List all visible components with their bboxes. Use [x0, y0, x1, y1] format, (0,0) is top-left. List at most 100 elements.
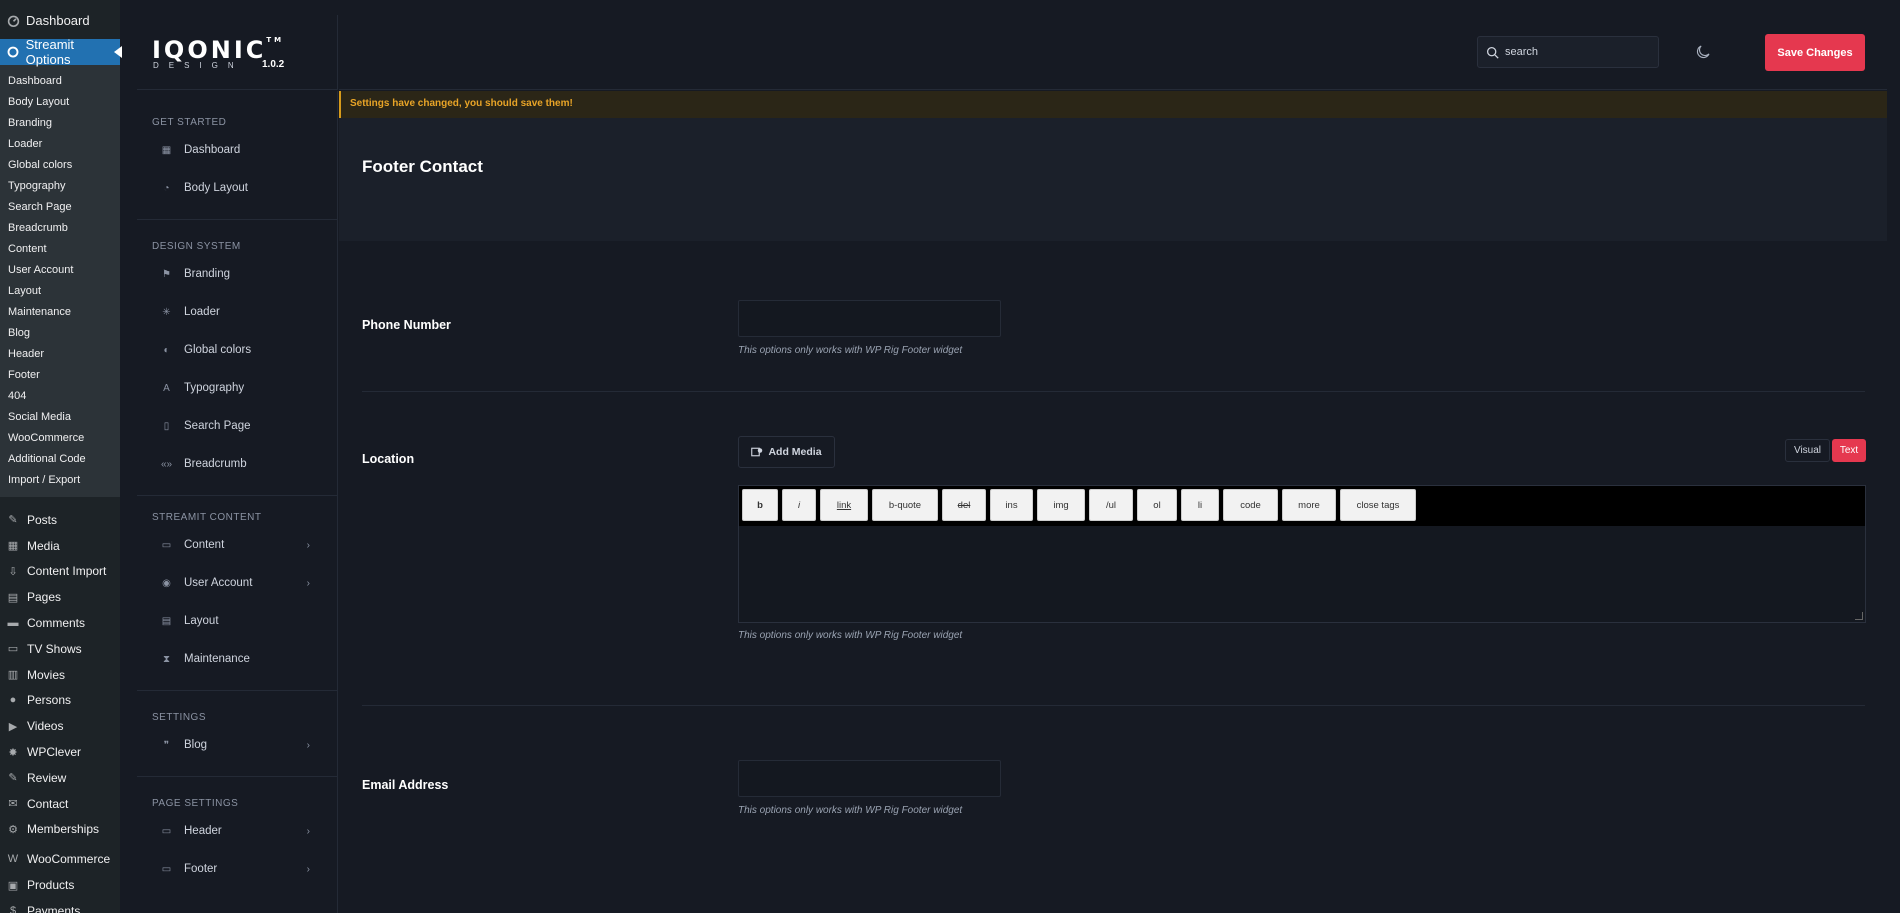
nav-item[interactable]: ⚑ Branding [137, 255, 337, 293]
wp-menu-item[interactable]: $ Payments [0, 898, 120, 913]
divider [362, 705, 1865, 706]
tab-visual[interactable]: Visual [1785, 439, 1830, 462]
nav-item[interactable]: ❞ Blog › [137, 726, 337, 764]
nav-item[interactable]: ▤ Layout [137, 602, 337, 640]
options-panel: IQONICTM DESIGN 1.0.2 search Save Change… [137, 15, 1888, 913]
quicktag-button[interactable]: code [1223, 489, 1278, 521]
quicktag-button[interactable]: close tags [1340, 489, 1416, 521]
quicktag-button[interactable]: i [782, 489, 816, 521]
nav-item[interactable]: ◉ User Account › [137, 564, 337, 602]
wp-menu-item[interactable]: ✉ Contact [0, 791, 120, 817]
wp-menu-item[interactable]: ▭ TV Shows [0, 636, 120, 662]
quicktag-button[interactable]: /ul [1089, 489, 1133, 521]
brand-logo: IQONICTM DESIGN 1.0.2 [137, 15, 338, 90]
wp-menu-item[interactable]: ▤ Pages [0, 584, 120, 610]
wp-submenu-item[interactable]: Search Page [0, 197, 120, 218]
quote-icon: ❞ [163, 739, 170, 751]
wp-submenu-item[interactable]: Maintenance [0, 302, 120, 323]
add-media-button[interactable]: Add Media [738, 436, 835, 468]
wp-menu-item[interactable]: ▬ Comments [0, 610, 120, 636]
flag-icon: ⚑ [162, 268, 171, 280]
wp-menu-item[interactable]: ▥ Movies [0, 662, 120, 688]
wp-menu-item[interactable]: ▦ Media [0, 533, 120, 559]
wp-menu-streamit-options[interactable]: Streamit Options [0, 37, 122, 67]
wp-submenu-item[interactable]: Layout [0, 281, 120, 302]
wp-menu-item-label: Content Import [27, 564, 107, 579]
tab-text[interactable]: Text [1832, 439, 1866, 462]
search-icon [1486, 46, 1499, 59]
wp-menu-item-label: Memberships [27, 822, 100, 837]
quicktag-button[interactable]: more [1282, 489, 1336, 521]
streamit-icon [6, 45, 20, 59]
email-field[interactable] [738, 760, 1001, 797]
nav-item[interactable]: ▭ Footer › [137, 850, 337, 888]
wp-menu-item[interactable]: ✸ WPClever [0, 739, 120, 765]
quicktag-button[interactable]: li [1181, 489, 1219, 521]
wp-menu-item-label: Movies [27, 667, 66, 682]
resize-handle[interactable] [1855, 612, 1863, 620]
moon-icon[interactable] [1694, 43, 1712, 61]
quicktag-button[interactable]: ins [990, 489, 1033, 521]
wp-menu-item[interactable]: ✎ Posts [0, 507, 120, 533]
nav-item[interactable]: ▯ Search Page [137, 407, 337, 445]
wp-menu-item[interactable]: ▶ Videos [0, 713, 120, 739]
nav-item[interactable]: ▦ Dashboard [137, 131, 337, 169]
nav-item[interactable]: ◐ Global colors [137, 331, 337, 369]
wp-menu-dashboard[interactable]: Dashboard [0, 10, 120, 31]
wp-submenu-item[interactable]: Global colors [0, 155, 120, 176]
nav-item[interactable]: A Typography [137, 369, 337, 407]
wp-submenu-item[interactable]: Body Layout [0, 92, 120, 113]
quicktag-button[interactable]: ol [1137, 489, 1177, 521]
phone-field[interactable] [738, 300, 1001, 337]
wp-submenu-item[interactable]: Import / Export [0, 470, 120, 491]
nav-item-label: Footer [184, 863, 218, 875]
nav-item[interactable]: ▭ Header › [137, 812, 337, 850]
location-textarea[interactable] [739, 526, 1865, 622]
nav-item-label: Content [184, 539, 225, 551]
logo-subtext: DESIGN [153, 61, 244, 70]
wp-menu-item-label: Posts [27, 512, 58, 527]
search-input[interactable]: search [1505, 46, 1538, 58]
wp-menu-item[interactable]: ● Persons [0, 688, 120, 714]
wp-submenu-item[interactable]: Loader [0, 134, 120, 155]
nav-item[interactable]: ▭ Content › [137, 526, 337, 564]
wp-submenu-item[interactable]: User Account [0, 260, 120, 281]
wp-menu-item[interactable]: ▣ Products [0, 872, 120, 898]
quicktag-button[interactable]: del [942, 489, 986, 521]
wp-menu-item[interactable]: ⇩ Content Import [0, 559, 120, 585]
wp-submenu-item[interactable]: Typography [0, 176, 120, 197]
wp-submenu-item[interactable]: Blog [0, 323, 120, 344]
nav-item-label: Typography [184, 382, 245, 394]
wp-submenu-item[interactable]: Branding [0, 113, 120, 134]
wp-submenu-item[interactable]: Additional Code [0, 449, 120, 470]
search-box[interactable]: search [1477, 36, 1659, 68]
location-editor[interactable]: b i link b-quote del ins img/ul ol li code more clo… [738, 485, 1866, 623]
nav-item[interactable]: ⧗ Maintenance [137, 640, 337, 678]
wp-submenu-item[interactable]: WooCommerce [0, 428, 120, 449]
wp-submenu-item[interactable]: Footer [0, 365, 120, 386]
phone-label: Phone Number [362, 318, 451, 332]
wp-submenu-item[interactable]: Header [0, 344, 120, 365]
quicktag-button[interactable]: link [820, 489, 868, 521]
nav-item[interactable]: ◔ Body Layout [137, 169, 337, 207]
quicktag-button[interactable]: img [1037, 489, 1085, 521]
nav-item-label: Loader [184, 306, 220, 318]
wp-submenu-item[interactable]: Dashboard [0, 71, 120, 92]
quicktag-button[interactable]: b [742, 489, 778, 521]
quicktags-toolbar: b i link b-quote del ins img/ul ol li code more clo… [739, 486, 1865, 526]
wp-submenu-item[interactable]: 404 [0, 386, 120, 407]
wp-menu-item[interactable]: ✎ Review [0, 765, 120, 791]
nav-item[interactable]: «» Breadcrumb [137, 445, 337, 483]
nav-item[interactable]: ✳ Loader [137, 293, 337, 331]
quicktag-button[interactable]: b-quote [872, 489, 938, 521]
wp-menu-item[interactable]: W WooCommerce [0, 846, 120, 872]
save-changes-button[interactable]: Save Changes [1765, 34, 1865, 71]
wp-submenu-item[interactable]: Content [0, 239, 120, 260]
add-media-label: Add Media [768, 446, 822, 458]
pages-icon: ▤ [7, 591, 19, 604]
drop-icon: ◐ [163, 344, 170, 356]
wp-menu-item[interactable]: ⚙ Memberships [0, 817, 120, 843]
wp-submenu-item[interactable]: Social Media [0, 407, 120, 428]
media-icon: ▦ [7, 540, 19, 553]
wp-submenu-item[interactable]: Breadcrumb [0, 218, 120, 239]
